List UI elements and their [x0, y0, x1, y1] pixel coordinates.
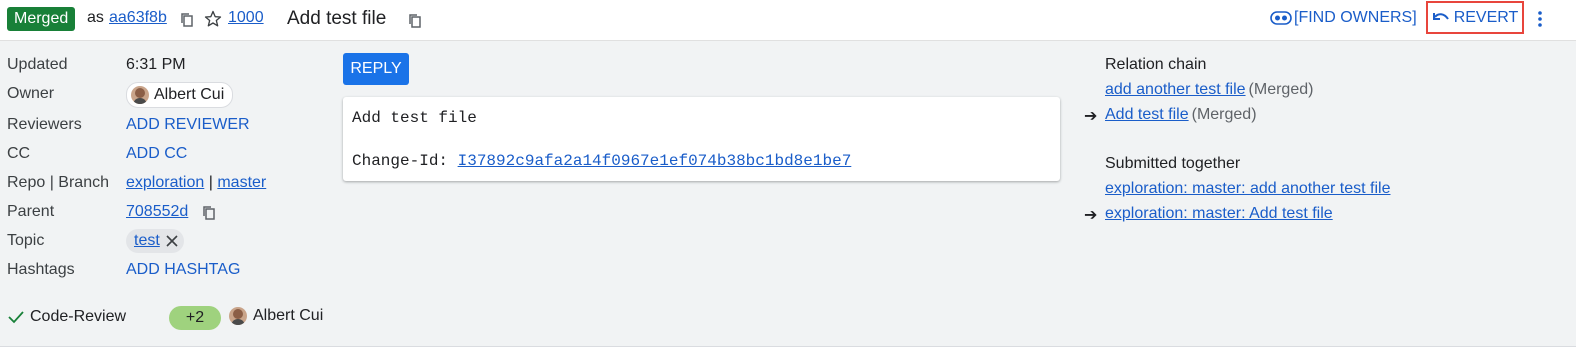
repo-branch-value: exploration | master — [126, 174, 266, 192]
owner-chip[interactable]: Albert Cui — [126, 82, 234, 108]
change-id-label: Change-Id: — [352, 152, 458, 170]
add-reviewer-button[interactable]: ADD REVIEWER — [126, 116, 250, 134]
more-vert-icon[interactable] — [1536, 9, 1544, 29]
relation-link[interactable]: add another test file — [1105, 81, 1246, 98]
change-header: Merged as aa63f8b 1000 Add test file [FI… — [0, 0, 1576, 41]
vote-badge[interactable]: +2 — [169, 306, 221, 330]
code-review-text: Code-Review — [30, 308, 127, 325]
repo-link[interactable]: exploration — [126, 174, 204, 191]
relation-chain-title: Relation chain — [1105, 56, 1207, 73]
copy-parent-icon[interactable] — [201, 205, 217, 221]
add-hashtag-button[interactable]: ADD HASHTAG — [126, 261, 240, 279]
change-id-line: Change-Id: I37892c9afa2a14f0967e1ef074b3… — [352, 152, 851, 170]
list-item: add another test file (Merged) — [1105, 81, 1313, 99]
copy-title-icon[interactable] — [407, 13, 423, 29]
status-badge: Merged — [7, 7, 76, 31]
reply-button[interactable]: REPLY — [343, 53, 409, 85]
revert-label: REVERT — [1453, 8, 1519, 26]
avatar — [131, 86, 149, 104]
submitted-link[interactable]: exploration: master: add another test fi… — [1105, 180, 1391, 197]
find-owners-label: [FIND OWNERS] — [1294, 9, 1417, 26]
repo-branch-separator: | — [208, 174, 213, 191]
commit-subject: Add test file — [352, 109, 477, 127]
updated-value: 6:31 PM — [126, 56, 186, 73]
relation-link[interactable]: Add test file — [1105, 106, 1189, 123]
owners-icon — [1270, 11, 1292, 25]
updated-label: Updated — [7, 56, 68, 73]
parent-label: Parent — [7, 203, 55, 220]
change-number-link[interactable]: 1000 — [228, 9, 264, 27]
change-title: Add test file — [287, 8, 387, 29]
avatar — [229, 307, 247, 325]
add-cc-button[interactable]: ADD CC — [126, 145, 187, 163]
list-item: Add test file (Merged) — [1105, 106, 1257, 124]
relation-status: (Merged) — [1248, 81, 1314, 98]
remove-topic-icon[interactable] — [166, 235, 178, 247]
list-item: exploration: master: add another test fi… — [1105, 180, 1391, 198]
divider — [0, 346, 1576, 347]
current-arrow-icon: ➔ — [1084, 207, 1098, 224]
current-arrow-icon: ➔ — [1084, 108, 1098, 125]
owner-label: Owner — [7, 85, 55, 102]
check-icon — [8, 311, 24, 324]
cc-label: CC — [7, 145, 31, 162]
reviewers-label: Reviewers — [7, 116, 82, 133]
branch-link[interactable]: master — [217, 174, 266, 191]
voter-chip: Albert Cui — [229, 307, 323, 325]
code-review-label: Code-Review — [8, 308, 126, 326]
relation-status: (Merged) — [1191, 106, 1257, 123]
topic-link[interactable]: test — [134, 232, 160, 250]
find-owners-button[interactable]: [FIND OWNERS] — [1270, 9, 1417, 27]
undo-icon — [1432, 12, 1449, 20]
voter-name: Albert Cui — [253, 307, 324, 324]
as-text: as — [87, 9, 104, 26]
owner-name: Albert Cui — [154, 86, 225, 103]
hashtags-label: Hashtags — [7, 261, 75, 278]
star-icon[interactable] — [203, 9, 223, 29]
topic-chip: test — [126, 229, 184, 253]
commit-message-card: Add test file Change-Id: I37892c9afa2a14… — [343, 97, 1060, 181]
commit-hash-link[interactable]: aa63f8b — [109, 9, 167, 27]
change-id-link[interactable]: I37892c9afa2a14f0967e1ef074b38bc1bd8e1be… — [458, 152, 852, 170]
topic-label: Topic — [7, 232, 45, 249]
parent-link[interactable]: 708552d — [126, 203, 188, 221]
repo-branch-label: Repo | Branch — [7, 174, 109, 191]
copy-icon[interactable] — [179, 12, 195, 28]
submitted-link[interactable]: exploration: master: Add test file — [1105, 205, 1333, 222]
list-item: exploration: master: Add test file — [1105, 205, 1333, 223]
submitted-together-title: Submitted together — [1105, 155, 1241, 172]
revert-button[interactable]: REVERT — [1426, 1, 1524, 34]
